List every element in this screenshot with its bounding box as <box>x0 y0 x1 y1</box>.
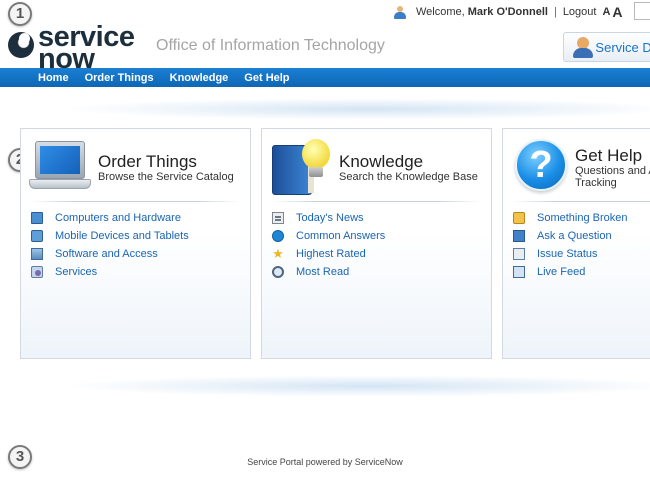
services-icon <box>31 266 43 278</box>
get-help-card: ? Get Help Questions and Answers Trackin… <box>502 128 650 359</box>
link-todays-news[interactable]: Today's News <box>272 209 385 227</box>
link-label: Software and Access <box>55 248 158 260</box>
knowledge-card: Knowledge Search the Knowledge Base Toda… <box>261 128 492 359</box>
card-link-list: Something Broken Ask a Question Issue St… <box>513 209 628 281</box>
nav-item-home[interactable]: Home <box>38 72 69 84</box>
font-size-decrease-button[interactable]: A <box>602 6 610 18</box>
broken-icon <box>513 212 525 224</box>
link-label: Mobile Devices and Tablets <box>55 230 189 242</box>
link-computers-and-hardware[interactable]: Computers and Hardware <box>31 209 189 227</box>
card-subtitle: Search the Knowledge Base <box>339 171 478 183</box>
link-most-read[interactable]: Most Read <box>272 263 385 281</box>
nav-item-get-help[interactable]: Get Help <box>244 72 289 84</box>
issue-status-icon <box>513 248 525 260</box>
welcome-label: Welcome, <box>416 6 465 18</box>
card-subtitle-line-1: Questions and Answers <box>575 165 650 177</box>
monitor-icon <box>31 212 43 224</box>
link-ask-a-question[interactable]: Ask a Question <box>513 227 628 245</box>
service-desk-label: Service Desk <box>595 39 650 55</box>
card-divider <box>31 201 240 202</box>
link-label: Services <box>55 266 98 278</box>
link-label: Common Answers <box>296 230 386 242</box>
link-label: Computers and Hardware <box>55 212 181 224</box>
link-label: Today's News <box>296 212 364 224</box>
card-title[interactable]: Knowledge <box>339 152 423 172</box>
user-name: Mark O'Donnell <box>467 6 548 18</box>
logout-link[interactable]: Logout <box>563 6 597 18</box>
user-icon <box>394 5 406 19</box>
live-feed-icon <box>513 266 525 278</box>
search-input[interactable] <box>634 2 650 20</box>
link-label: Something Broken <box>537 212 628 224</box>
card-title[interactable]: Get Help <box>575 146 642 166</box>
header: service now Office of Information Techno… <box>0 0 650 74</box>
nav-item-order-things[interactable]: Order Things <box>85 72 154 84</box>
user-bar: Welcome, Mark O'Donnell | Logout A A <box>394 4 623 20</box>
logo-mark-icon <box>8 32 34 58</box>
book-lightbulb-icon <box>272 139 332 195</box>
question-mark-icon: ? <box>515 139 567 191</box>
star-icon: ★ <box>272 246 284 261</box>
font-size-increase-button[interactable]: A <box>612 4 622 20</box>
footer-powered-by: Service Portal powered by ServiceNow <box>247 457 403 467</box>
card-title[interactable]: Order Things <box>98 152 197 172</box>
ask-icon <box>513 230 525 242</box>
link-label: Most Read <box>296 266 350 278</box>
card-divider <box>272 201 481 202</box>
card-subtitle: Browse the Service Catalog <box>98 171 234 183</box>
link-mobile-devices-and-tablets[interactable]: Mobile Devices and Tablets <box>31 227 189 245</box>
link-services[interactable]: Services <box>31 263 189 281</box>
link-live-feed[interactable]: Live Feed <box>513 263 628 281</box>
magnifier-icon <box>272 266 284 278</box>
link-label: Live Feed <box>537 266 586 278</box>
laptop-icon <box>29 141 91 193</box>
link-label: Issue Status <box>537 248 598 260</box>
user-bar-separator: | <box>553 6 557 18</box>
mobile-device-icon <box>31 230 43 242</box>
decorative-glow-top <box>60 98 650 120</box>
main-nav-bar: Home Order Things Knowledge Get Help <box>0 68 650 87</box>
card-link-list: Today's News Common Answers ★ Highest Rat… <box>272 209 385 281</box>
site-title: Office of Information Technology <box>156 37 385 54</box>
service-portal-page: 1 2 3 service now Office of Information … <box>0 0 650 485</box>
link-software-and-access[interactable]: Software and Access <box>31 245 189 263</box>
link-highest-rated[interactable]: ★ Highest Rated <box>272 245 385 263</box>
service-desk-button[interactable]: Service Desk <box>563 32 650 62</box>
order-things-card: Order Things Browse the Service Catalog … <box>20 128 251 359</box>
card-subtitle-line-2: Tracking <box>575 177 617 189</box>
newspaper-icon <box>272 212 284 224</box>
card-divider <box>513 201 650 202</box>
link-common-answers[interactable]: Common Answers <box>272 227 385 245</box>
servicenow-logo[interactable]: service now <box>8 22 143 74</box>
software-icon <box>31 248 43 260</box>
service-desk-agent-icon <box>572 36 593 58</box>
link-label: Highest Rated <box>296 248 366 260</box>
card-link-list: Computers and Hardware Mobile Devices an… <box>31 209 189 281</box>
info-icon <box>272 230 284 242</box>
decorative-glow-bottom <box>60 375 650 397</box>
link-something-broken[interactable]: Something Broken <box>513 209 628 227</box>
nav-item-knowledge[interactable]: Knowledge <box>170 72 229 84</box>
link-issue-status[interactable]: Issue Status <box>513 245 628 263</box>
link-label: Ask a Question <box>537 230 612 242</box>
